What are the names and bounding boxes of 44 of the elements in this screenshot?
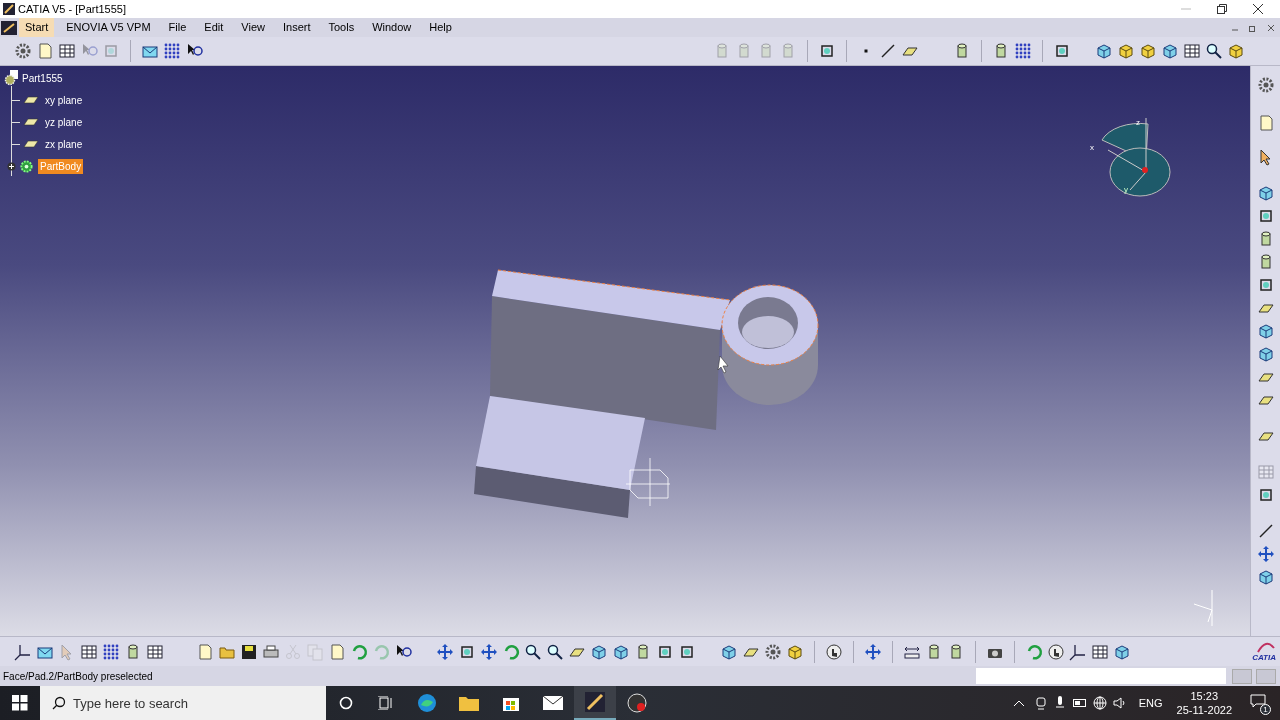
- close-icon[interactable]: [1253, 4, 1263, 14]
- gear-icon: [19, 158, 34, 174]
- microphone-icon[interactable]: [1054, 696, 1065, 710]
- clock-date: 25-11-2022: [1176, 703, 1232, 717]
- webcam-icon[interactable]: [1034, 696, 1047, 710]
- restore-icon[interactable]: [1217, 4, 1227, 14]
- plane-icon: [23, 140, 39, 148]
- notification-badge: 1: [1260, 704, 1271, 715]
- app-icon: [3, 3, 15, 15]
- battery-icon[interactable]: [1072, 698, 1087, 708]
- globe-icon[interactable]: [1092, 696, 1107, 710]
- speaker-icon[interactable]: [1112, 696, 1127, 710]
- chevron-up-icon[interactable]: [1012, 699, 1025, 707]
- plane-icon: [23, 118, 39, 126]
- window-title: CATIA V5 - [Part1555]: [18, 1, 126, 17]
- tree-item[interactable]: zx plane: [43, 136, 85, 152]
- app-icon[interactable]: [574, 686, 616, 720]
- input-field[interactable]: [976, 668, 1226, 684]
- logo: CATIA: [1252, 641, 1276, 662]
- axis-label: x: [1090, 142, 1094, 154]
- menu-item[interactable]: Help: [423, 18, 458, 37]
- expand-icon[interactable]: [7, 161, 16, 171]
- search-field[interactable]: Type here to search: [40, 686, 326, 720]
- menu-item[interactable]: Tools: [322, 18, 361, 37]
- part-icon: [4, 70, 20, 86]
- tree-item[interactable]: xy plane: [43, 92, 85, 108]
- menu-item[interactable]: ENOVIA V5 VPM: [60, 18, 157, 37]
- plane-icon: [23, 96, 39, 104]
- status-message: Face/Pad.2/PartBody preselected: [3, 669, 153, 684]
- menu-item[interactable]: File: [162, 18, 193, 37]
- axis-label: z: [1136, 117, 1140, 129]
- menu-item[interactable]: Start: [19, 18, 55, 37]
- menu-item[interactable]: Edit: [198, 18, 230, 37]
- notification-icon[interactable]: [1250, 694, 1266, 708]
- tree-item[interactable]: yz plane: [43, 114, 85, 130]
- app-icon: [1, 20, 17, 35]
- menu-item[interactable]: Insert: [276, 18, 317, 37]
- language-indicator[interactable]: ENG: [1138, 694, 1163, 712]
- search-icon: [52, 696, 66, 710]
- clock-time: 15:23: [1190, 689, 1219, 703]
- menu-item[interactable]: Window: [366, 18, 418, 37]
- tree-item[interactable]: Part1555: [22, 70, 63, 86]
- menu-item[interactable]: View: [235, 18, 271, 37]
- axis-label: y: [1124, 184, 1128, 196]
